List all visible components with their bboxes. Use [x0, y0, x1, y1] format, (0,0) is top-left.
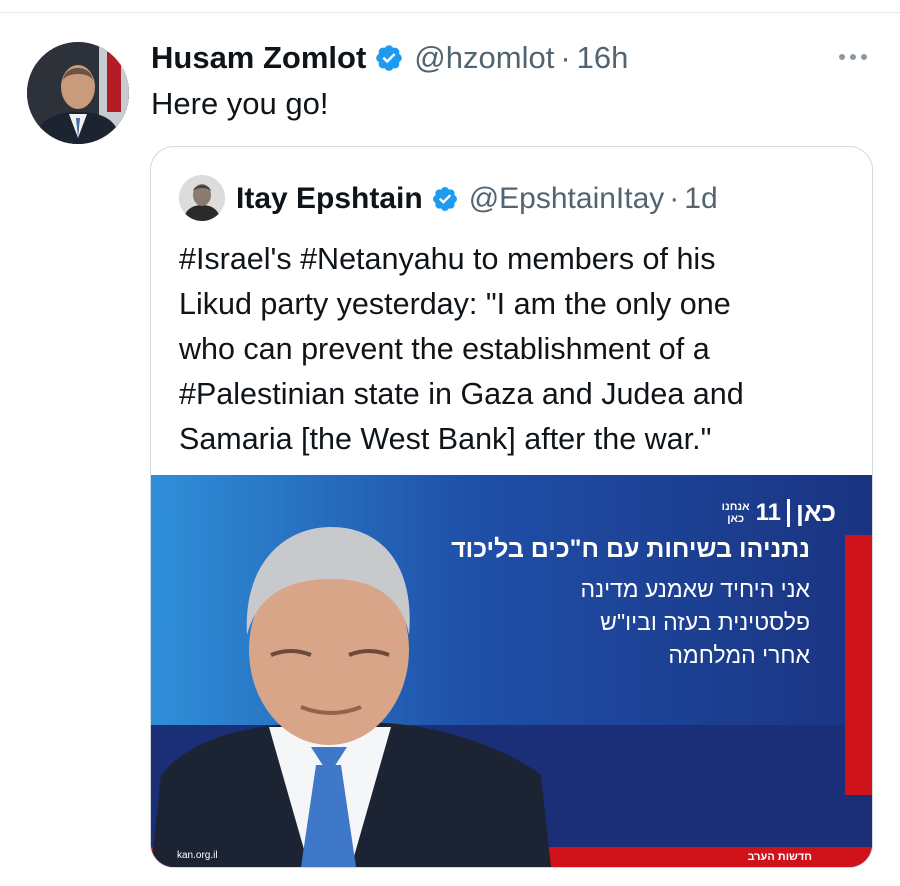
news-headline: נתניהו בשיחות עם ח"כים בליכוד	[451, 535, 810, 563]
news-quote: אני היחיד שאמנע מדינה פלסטינית בעזה וביו…	[580, 576, 810, 668]
channel-logo-number: 11	[755, 498, 782, 526]
tweet-header: Husam Zomlot @hzomlot · 16h	[151, 38, 628, 78]
channel-logo-divider	[787, 498, 791, 527]
quoted-avatar[interactable]	[179, 175, 225, 221]
news-source: kan.org.il	[177, 850, 218, 861]
quoted-timestamp[interactable]: 1d	[684, 182, 717, 216]
verified-badge-icon	[432, 187, 457, 211]
verified-badge-icon	[376, 45, 403, 71]
quoted-author-name[interactable]: Itay Epshtain	[236, 182, 423, 216]
avatar[interactable]	[27, 42, 129, 144]
quoted-tweet-header: Itay Epshtain @EpshtainItay · 1d	[236, 181, 718, 217]
separator-dot: ·	[560, 40, 571, 75]
channel-logo-tagline-bottom: כאן	[727, 512, 745, 525]
quoted-tweet-card[interactable]: Itay Epshtain @EpshtainItay · 1d #Israel…	[150, 146, 873, 868]
timestamp[interactable]: 16h	[577, 40, 629, 76]
news-program: חדשות הערב	[747, 851, 812, 863]
channel-logo-kan: כאן	[796, 497, 836, 527]
quoted-author-handle[interactable]: @EpshtainItay	[469, 182, 665, 216]
quoted-author-photo	[179, 175, 225, 221]
quoted-media-image[interactable]: כאן 11 אנחנו כאן נתניהו בשיחות עם ח"כים …	[151, 475, 872, 867]
ellipsis-icon[interactable]	[833, 42, 873, 72]
channel-logo-tagline-top: אנחנו	[721, 500, 750, 513]
channel-logo-tagline: אנחנו כאן	[722, 501, 750, 525]
author-name[interactable]: Husam Zomlot	[151, 40, 366, 76]
author-handle[interactable]: @hzomlot	[414, 40, 554, 76]
quoted-tweet-text: #Israel's #Netanyahu to members of his L…	[179, 242, 744, 456]
channel-logo: כאן 11 אנחנו כאן	[722, 497, 836, 528]
tweet-text: Here you go!	[151, 86, 329, 121]
top-divider	[0, 12, 900, 13]
author-photo	[27, 42, 129, 144]
separator-dot: ·	[669, 182, 680, 215]
